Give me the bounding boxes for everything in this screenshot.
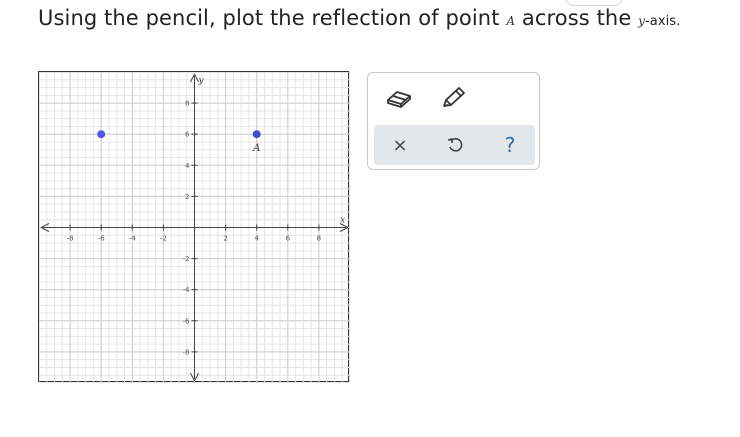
y-axis-label: y bbox=[198, 76, 205, 86]
prompt-text-3: -axis. bbox=[645, 14, 681, 29]
y-tick-label: 2 bbox=[185, 193, 189, 201]
x-tick-label: 2 bbox=[223, 235, 227, 243]
y-tick-label: 8 bbox=[185, 100, 189, 108]
eraser-tool-button[interactable] bbox=[380, 81, 418, 115]
prompt-text-1: Using the pencil, plot the reflection of… bbox=[38, 6, 507, 30]
x-tick-label: -4 bbox=[129, 235, 137, 243]
drawing-toolbox: × ? bbox=[367, 72, 540, 170]
prompt-text-2: across the bbox=[515, 6, 639, 30]
y-tick-label: -6 bbox=[183, 317, 191, 325]
pencil-tool-button[interactable] bbox=[434, 81, 472, 115]
y-tick-label: 6 bbox=[185, 131, 190, 139]
y-tick-label: 4 bbox=[185, 162, 190, 170]
close-icon: × bbox=[392, 134, 408, 156]
y-tick-label: -2 bbox=[183, 255, 190, 263]
x-tick-label: -6 bbox=[98, 235, 106, 243]
action-bar: × ? bbox=[374, 125, 535, 165]
graph-canvas[interactable]: x y -8 -6 -4 -2 2 4 6 8 8 6 4 2 -2 -4 -6 -8 A bbox=[39, 72, 350, 383]
x-tick-label: 6 bbox=[286, 235, 291, 243]
x-axis-label: x bbox=[340, 216, 345, 226]
prompt-point-name: A bbox=[506, 14, 516, 28]
help-icon: ? bbox=[504, 133, 516, 157]
undo-button[interactable] bbox=[435, 125, 475, 165]
pencil-icon bbox=[443, 87, 465, 107]
coordinate-grid[interactable]: x y -8 -6 -4 -2 2 4 6 8 8 6 4 2 -2 -4 -6 -8 A bbox=[38, 71, 350, 383]
prompt-axis-var: y bbox=[638, 14, 646, 28]
x-tick-label: -8 bbox=[67, 235, 74, 243]
undo-icon bbox=[447, 138, 463, 152]
eraser-icon bbox=[387, 91, 411, 108]
clear-button[interactable]: × bbox=[380, 125, 420, 165]
x-tick-label: 8 bbox=[317, 235, 321, 243]
y-tick-label: -8 bbox=[183, 348, 190, 356]
point-A bbox=[252, 130, 261, 139]
question-prompt: Using the pencil, plot the reflection of… bbox=[38, 6, 680, 30]
help-button[interactable]: ? bbox=[490, 125, 530, 165]
x-tick-label: 4 bbox=[254, 235, 259, 243]
plotted-point bbox=[97, 130, 106, 139]
y-tick-label: -4 bbox=[183, 286, 191, 294]
x-tick-label: -2 bbox=[160, 235, 167, 243]
point-label-A: A bbox=[252, 143, 260, 154]
